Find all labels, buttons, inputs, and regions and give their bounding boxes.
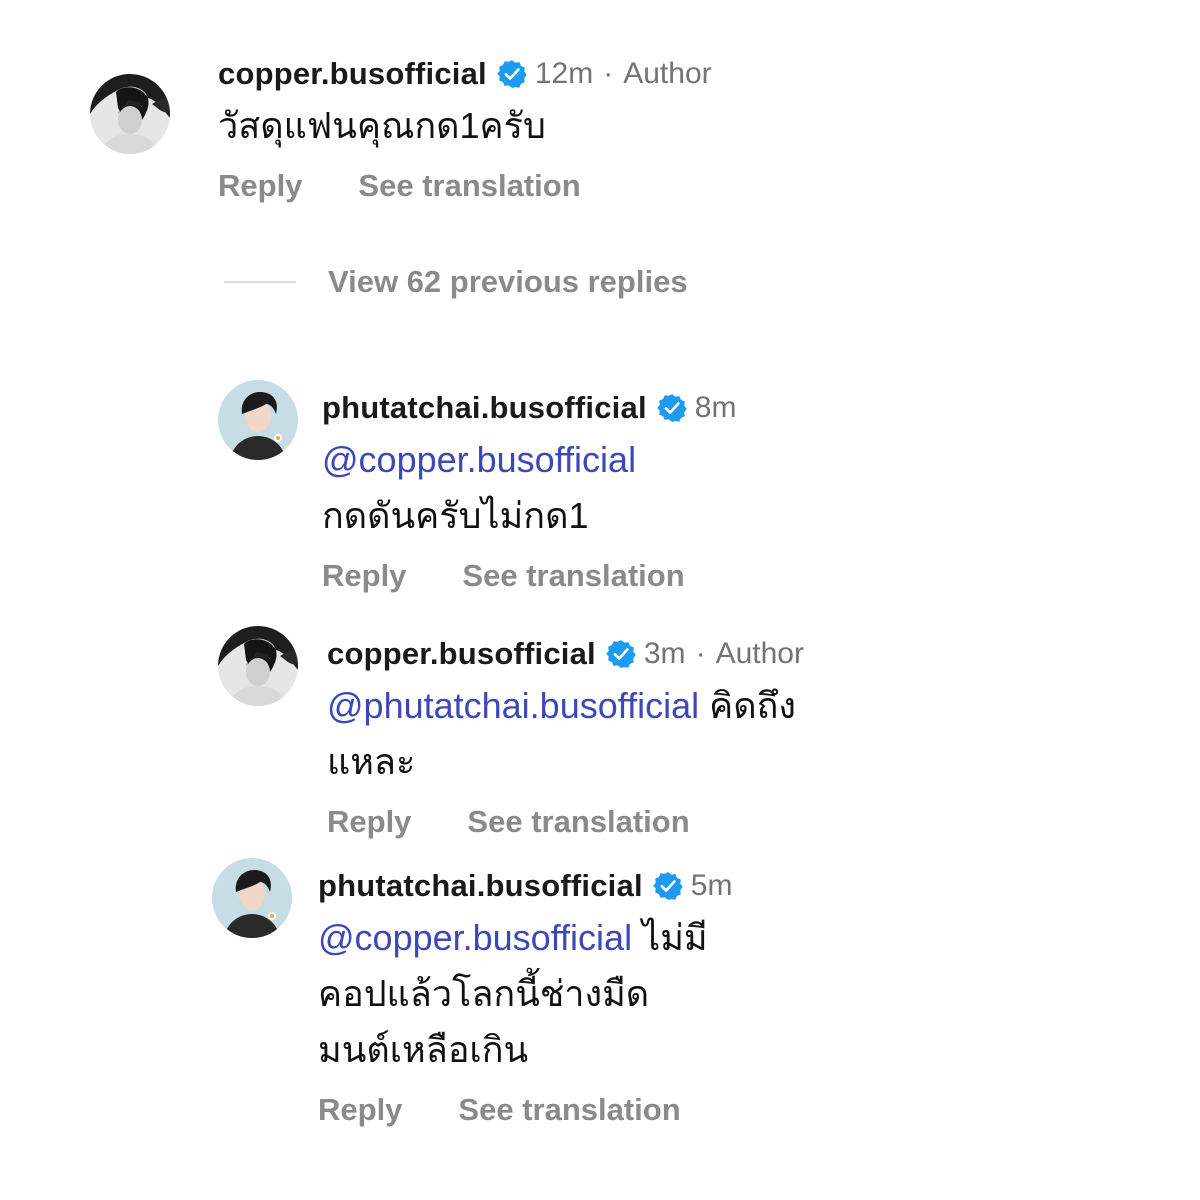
verified-badge-icon	[606, 639, 636, 669]
comment-header: phutatchai.busofficial 8m	[322, 390, 736, 426]
timestamp: 12m	[534, 57, 594, 90]
comment-text-content: กดดันครับไม่กด1	[322, 495, 589, 536]
comment-actions: Reply See translation	[322, 558, 736, 594]
author-badge: Author	[715, 637, 804, 670]
comment-header: copper.busofficial 12m · Author	[218, 56, 712, 92]
see-translation-button[interactable]: See translation	[462, 558, 684, 594]
avatar[interactable]	[212, 858, 292, 938]
comment-actions: Reply See translation	[218, 168, 712, 204]
timestamp: 3m	[643, 637, 686, 670]
avatar-image	[218, 380, 298, 460]
see-translation-button[interactable]: See translation	[358, 168, 580, 204]
comment-text-content: วัสดุแฟนคุณกด1ครับ	[218, 105, 546, 146]
username[interactable]: copper.busofficial	[218, 56, 487, 92]
mention-link[interactable]: @copper.busofficial	[322, 439, 636, 480]
mention-link[interactable]: @copper.busofficial	[318, 917, 632, 958]
verified-badge-icon	[497, 59, 527, 89]
separator: ·	[603, 57, 614, 90]
divider-line	[224, 281, 296, 283]
reply-button[interactable]: Reply	[322, 558, 406, 594]
username[interactable]: phutatchai.busofficial	[318, 868, 643, 904]
comment-text: @phutatchai.busofficial คิดถึงแหละ	[327, 678, 804, 790]
username[interactable]: copper.busofficial	[327, 636, 596, 672]
comment-body: phutatchai.busofficial 8m @copper.busoff…	[322, 390, 736, 594]
comment-header: copper.busofficial 3m · Author	[327, 636, 804, 672]
comment-actions: Reply See translation	[318, 1092, 732, 1128]
comment-text: @copper.busofficial ไม่มีคอปแล้วโลกนี้ช่…	[318, 910, 732, 1078]
comment-text: วัสดุแฟนคุณกด1ครับ	[218, 98, 712, 154]
view-previous-replies-label[interactable]: View 62 previous replies	[328, 264, 688, 300]
comment-text-line2: มนต์เหลือเกิน	[318, 1029, 529, 1070]
timestamp: 5m	[690, 869, 733, 902]
comment-header: phutatchai.busofficial 5m	[318, 868, 732, 904]
separator: ·	[695, 637, 706, 670]
reply-button[interactable]: Reply	[327, 804, 411, 840]
avatar-image	[90, 74, 170, 154]
username[interactable]: phutatchai.busofficial	[322, 390, 647, 426]
avatar[interactable]	[218, 626, 298, 706]
comment-body: phutatchai.busofficial 5m @copper.busoff…	[318, 868, 732, 1128]
avatar-image	[212, 858, 292, 938]
avatar-image	[218, 626, 298, 706]
avatar[interactable]	[218, 380, 298, 460]
comment-body: copper.busofficial 3m · Author @phutatch…	[327, 636, 804, 840]
verified-badge-icon	[653, 871, 683, 901]
reply-button[interactable]: Reply	[218, 168, 302, 204]
author-badge: Author	[623, 57, 712, 90]
comment-body: copper.busofficial 12m · Author วัสดุแฟน…	[218, 56, 712, 204]
reply-button[interactable]: Reply	[318, 1092, 402, 1128]
verified-badge-icon	[657, 393, 687, 423]
see-translation-button[interactable]: See translation	[458, 1092, 680, 1128]
timestamp: 8m	[694, 391, 737, 424]
mention-link[interactable]: @phutatchai.busofficial	[327, 685, 699, 726]
view-previous-replies[interactable]: View 62 previous replies	[224, 264, 688, 300]
avatar[interactable]	[90, 74, 170, 154]
comment-actions: Reply See translation	[327, 804, 804, 840]
see-translation-button[interactable]: See translation	[467, 804, 689, 840]
comment-text: @copper.busofficial กดดันครับไม่กด1	[322, 432, 736, 544]
